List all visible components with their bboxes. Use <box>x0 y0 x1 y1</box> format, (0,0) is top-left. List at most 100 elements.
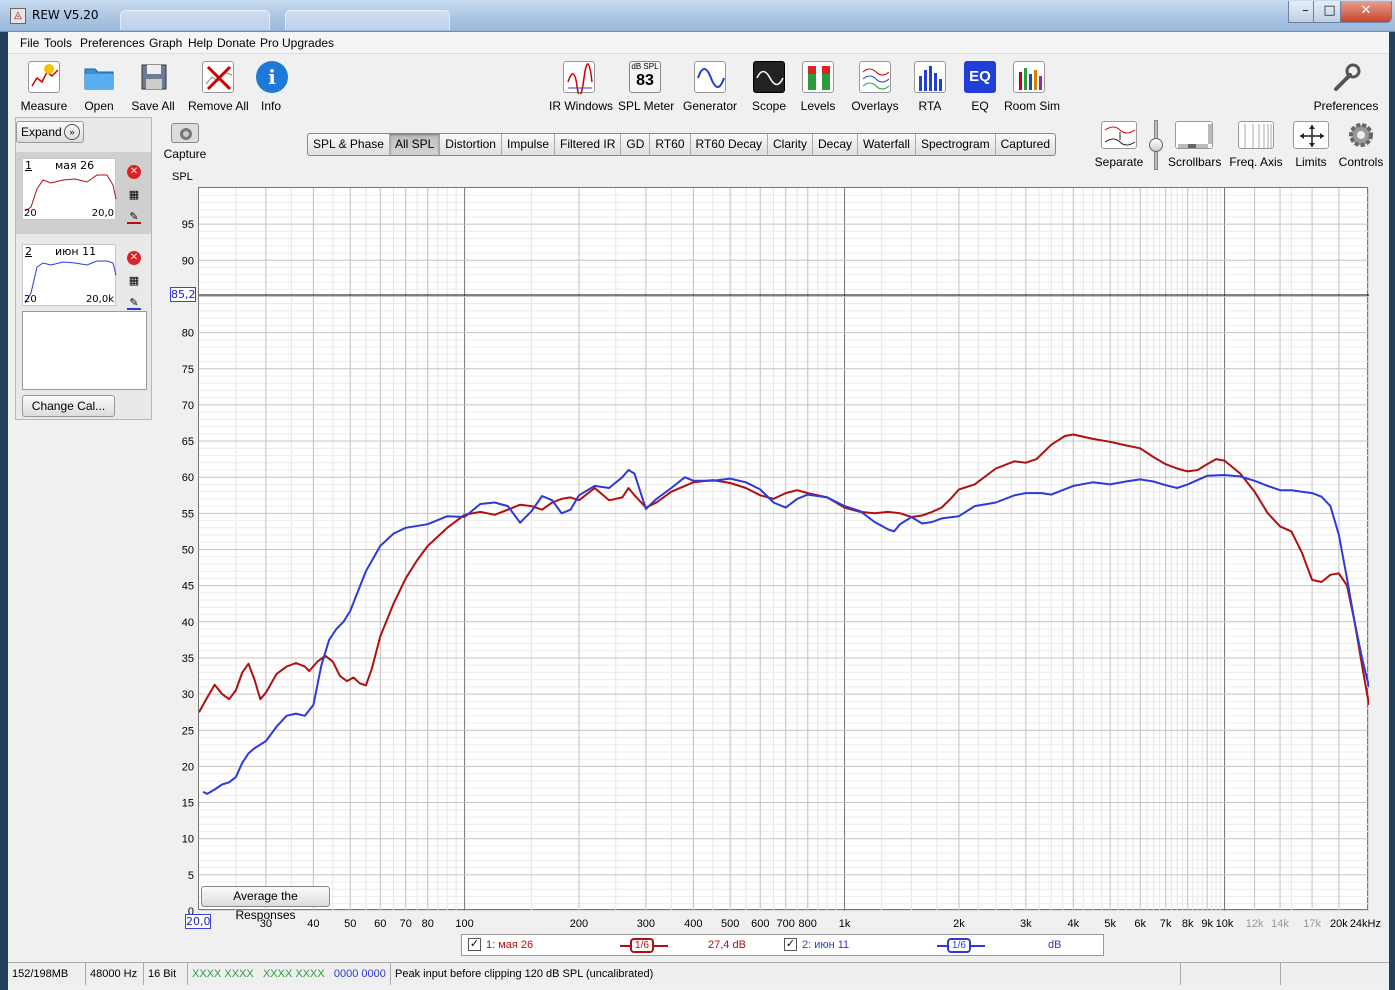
freq-axis-icon <box>1238 121 1274 149</box>
x-tick-label: 3k <box>1020 918 1032 927</box>
close-button[interactable]: ✕ <box>1340 1 1392 23</box>
x-tick-label: 50 <box>344 918 356 927</box>
eq-button[interactable]: EQ EQ <box>963 61 997 113</box>
input-level-indicators: XXXX XXXX XXXX XXXX 0000 0000 <box>188 963 391 985</box>
tab-spl-phase[interactable]: SPL & Phase <box>308 134 390 155</box>
tab-clarity[interactable]: Clarity <box>768 134 814 155</box>
y-tick-label: 70 <box>182 400 194 412</box>
ir-windows-button[interactable]: IR Windows <box>549 61 613 113</box>
tab-spectrogram[interactable]: Spectrogram <box>916 134 996 155</box>
separation-slider[interactable] <box>1149 120 1163 170</box>
y-tick-label: 65 <box>182 436 194 448</box>
y-tick-label: 90 <box>182 255 194 267</box>
legend-label-2: 2: июн 11 <box>802 939 850 951</box>
rta-icon <box>914 61 946 93</box>
background-tab-decoration <box>120 10 270 30</box>
spl-meter-button[interactable]: dB SPL 83 SPL Meter <box>618 61 674 113</box>
measurement-card-2[interactable]: 2 июн 11 20 20,0k ✕ ▦ ✎ ▤ <box>16 238 151 331</box>
tab-captured[interactable]: Captured <box>996 134 1055 155</box>
menu-help[interactable]: Help <box>188 36 213 50</box>
menu-graph[interactable]: Graph <box>149 36 182 50</box>
preferences-button[interactable]: Preferences <box>1313 61 1379 113</box>
tab-impulse[interactable]: Impulse <box>502 134 556 155</box>
x-tick-label: 400 <box>684 918 702 927</box>
window-title: REW V5.20 <box>32 8 99 22</box>
scrollbars-icon <box>1175 121 1213 149</box>
scrollbars-button[interactable]: Scrollbars <box>1168 121 1221 169</box>
y-tick-label: 20 <box>182 761 194 773</box>
tab-rt60-decay[interactable]: RT60 Decay <box>691 134 768 155</box>
x-cursor-readout: 20,0 <box>185 914 211 929</box>
x-tick-label: 4k <box>1068 918 1080 927</box>
y-tick-label: 50 <box>182 545 194 557</box>
tab-distortion[interactable]: Distortion <box>440 134 502 155</box>
rta-button[interactable]: RTA <box>913 61 947 113</box>
remove-measurement-icon[interactable]: ✕ <box>127 165 141 179</box>
legend-checkbox-1[interactable]: ✓ <box>468 938 481 951</box>
ir-windows-icon <box>563 61 595 96</box>
overlays-icon <box>859 61 891 93</box>
separation-slider-thumb[interactable] <box>1149 138 1163 152</box>
x-tick-label: 80 <box>422 918 434 927</box>
measure-icon <box>28 61 60 93</box>
tab-decay[interactable]: Decay <box>813 134 859 155</box>
generator-button[interactable]: Generator <box>683 61 737 113</box>
menu-pro-upgrades[interactable]: Pro Upgrades <box>260 36 334 50</box>
measure-button[interactable]: Measure <box>20 61 68 113</box>
tab-all-spl[interactable]: All SPL <box>389 134 441 155</box>
freq-axis-button[interactable]: Freq. Axis <box>1229 121 1283 169</box>
tab-waterfall[interactable]: Waterfall <box>858 134 916 155</box>
y-tick-label: 45 <box>182 581 194 593</box>
legend-checkbox-2[interactable]: ✓ <box>784 938 797 951</box>
menu-file[interactable]: File <box>20 36 39 50</box>
remove-measurement-icon[interactable]: ✕ <box>127 251 141 265</box>
x-tick-label: 200 <box>570 918 588 927</box>
smoothing-selector-1[interactable]: 1/6 <box>630 938 654 953</box>
x-tick-label: 700 <box>777 918 795 927</box>
menu-donate[interactable]: Donate <box>217 36 256 50</box>
measurement-card-1[interactable]: 1 мая 26 20 20,0 ✕ ▦ ✎ <box>16 152 151 234</box>
x-tick-label: 40 <box>307 918 319 927</box>
wrench-icon <box>1330 61 1362 93</box>
menu-tools[interactable]: Tools <box>44 36 72 50</box>
change-cal-button[interactable]: Change Cal... <box>22 395 115 417</box>
edit-info-icon[interactable]: ▦ <box>127 274 141 288</box>
measurement-notes-area[interactable] <box>22 311 147 390</box>
info-button[interactable]: i Info <box>256 61 288 113</box>
trace-color-pen-icon[interactable]: ✎ <box>127 210 141 224</box>
expand-button[interactable]: Expand » <box>16 121 84 143</box>
remove-all-button[interactable]: Remove All <box>188 61 249 113</box>
edit-info-icon[interactable]: ▦ <box>127 188 141 202</box>
scope-button[interactable]: Scope <box>749 61 789 113</box>
axis-labels: 0510152025303540455055606570758090953040… <box>182 219 1381 927</box>
room-sim-button[interactable]: Room Sim <box>1004 61 1060 113</box>
title-bar: ◬ REW V5.20 – □ ✕ <box>0 0 1395 32</box>
levels-button[interactable]: Levels <box>798 61 838 113</box>
camera-icon <box>171 123 199 143</box>
tab-rt60[interactable]: RT60 <box>650 134 691 155</box>
save-icon <box>137 61 169 93</box>
menu-preferences[interactable]: Preferences <box>80 36 145 50</box>
spl-meter-icon: dB SPL 83 <box>629 61 661 93</box>
scope-icon <box>753 61 785 93</box>
x-tick-label: 100 <box>455 918 473 927</box>
tab-gd[interactable]: GD <box>621 134 651 155</box>
measurement-thumbnail[interactable]: 1 мая 26 20 20,0 <box>22 158 117 220</box>
trace-color-pen-icon[interactable]: ✎ <box>127 296 141 310</box>
overlays-button[interactable]: Overlays <box>850 61 900 113</box>
x-tick-label: 20k <box>1330 918 1348 927</box>
y-tick-label: 60 <box>182 472 194 484</box>
separate-button[interactable]: Separate <box>1094 121 1144 169</box>
measurement-thumbnail[interactable]: 2 июн 11 20 20,0k <box>22 244 117 306</box>
average-responses-button[interactable]: Average the Responses <box>201 886 330 922</box>
capture-button[interactable]: Capture <box>163 123 207 161</box>
tab-filtered-ir[interactable]: Filtered IR <box>555 134 622 155</box>
controls-button[interactable]: Controls <box>1338 121 1384 169</box>
open-button[interactable]: Open <box>78 61 120 113</box>
smoothing-selector-2[interactable]: 1/6 <box>947 938 971 953</box>
save-all-button[interactable]: Save All <box>130 61 176 113</box>
rew-app-icon: ◬ <box>10 8 26 24</box>
y-tick-label: 30 <box>182 689 194 701</box>
room-sim-icon <box>1013 61 1045 93</box>
limits-button[interactable]: Limits <box>1292 121 1330 169</box>
